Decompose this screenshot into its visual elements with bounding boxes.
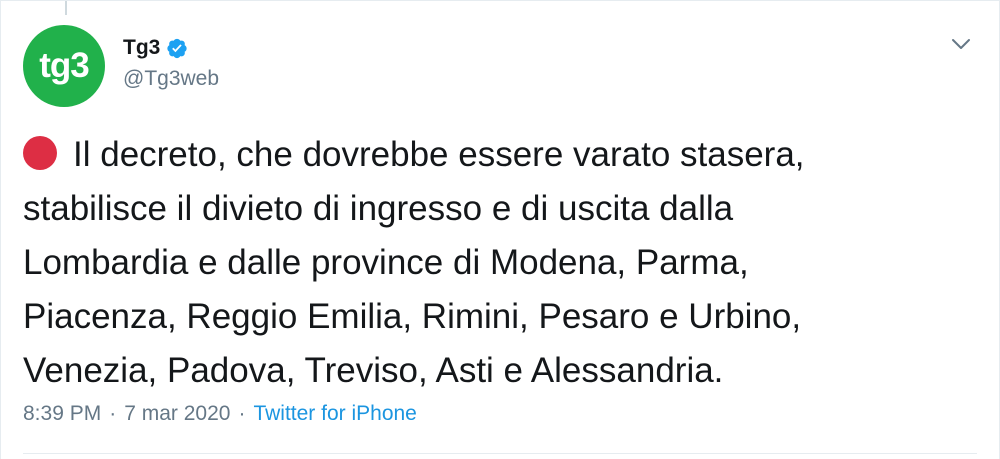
- avatar-logo-text: tg3: [39, 46, 89, 85]
- display-name[interactable]: Tg3: [123, 36, 160, 60]
- tweet-time[interactable]: 8:39 PM: [23, 402, 101, 426]
- verified-badge-icon: [167, 38, 187, 59]
- divider: [23, 453, 977, 454]
- tweet-meta: 8:39 PM · 7 mar 2020 · Twitter for iPhon…: [23, 402, 417, 426]
- tweet-line: Il decreto, che dovrebbe essere varato s…: [23, 128, 923, 182]
- tweet-line: Piacenza, Reggio Emilia, Rimini, Pesaro …: [23, 297, 802, 336]
- tweet-line: stabilisce il divieto di ingresso e di u…: [23, 189, 734, 228]
- tweet-line: Venezia, Padova, Treviso, Asti e Alessan…: [23, 351, 724, 390]
- tweet-line: Lombardia e dalle province di Modena, Pa…: [23, 243, 749, 282]
- chevron-down-icon[interactable]: [951, 37, 971, 51]
- user-handle[interactable]: @Tg3web: [123, 67, 219, 91]
- red-circle-icon: [23, 136, 57, 170]
- thread-line: [65, 1, 67, 15]
- author-block[interactable]: Tg3 @Tg3web: [123, 35, 219, 91]
- tweet-card: tg3 Tg3 @Tg3web Il decreto, che dovrebbe…: [0, 0, 1000, 459]
- tweet-date[interactable]: 7 mar 2020: [124, 402, 230, 426]
- meta-separator: ·: [109, 402, 117, 425]
- tweet-text: Il decreto, che dovrebbe essere varato s…: [23, 128, 923, 398]
- name-row: Tg3: [123, 35, 219, 61]
- avatar[interactable]: tg3: [23, 25, 105, 107]
- tweet-source-link[interactable]: Twitter for iPhone: [253, 402, 416, 426]
- meta-separator: ·: [238, 402, 246, 425]
